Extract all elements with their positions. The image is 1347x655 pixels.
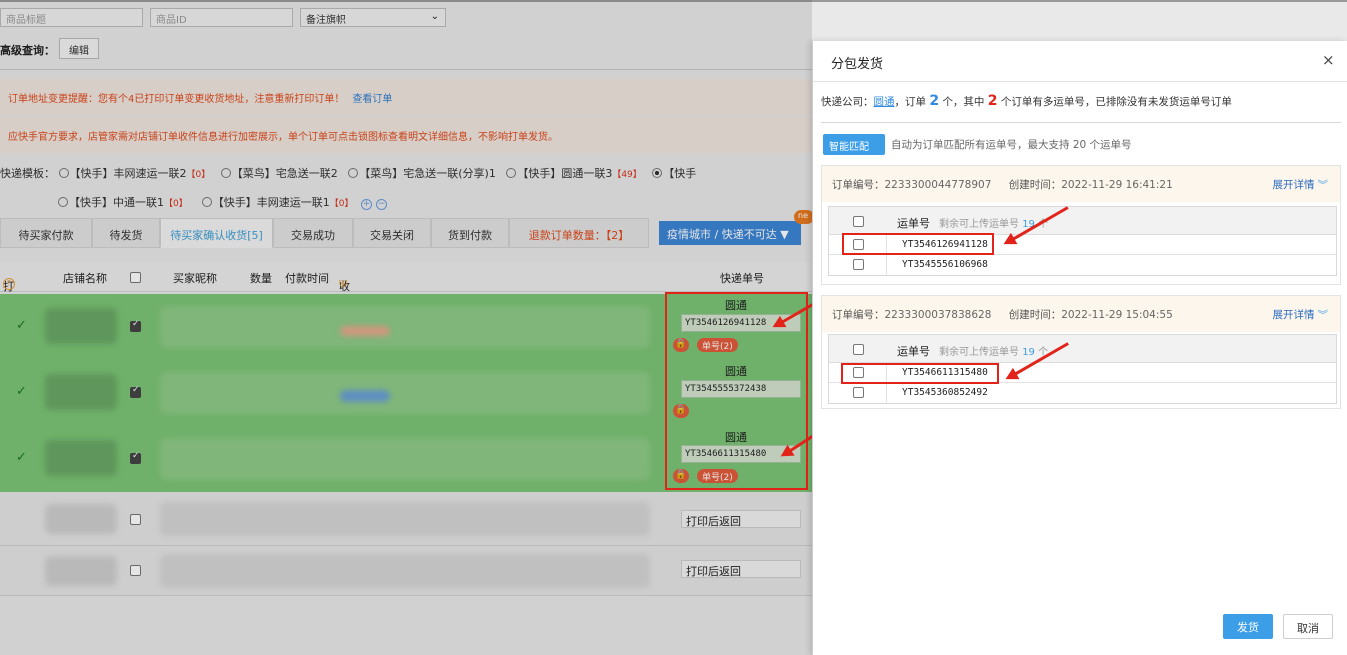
select-all-waybills-checkbox[interactable] bbox=[853, 216, 864, 227]
shipment-summary: 快递公司：圆通，订单 2 个，其中 2 个订单有多运单号，已排除没有未发货运单号… bbox=[821, 93, 1232, 109]
waybill-number: YT3545360852492 bbox=[902, 387, 988, 398]
divider bbox=[813, 81, 1347, 82]
smart-match-description: 自动为订单匹配所有运单号，最大支持 20 个运单号 bbox=[891, 139, 1132, 151]
split-shipment-dialog: 分包发货 × 快递公司：圆通，订单 2 个，其中 2 个订单有多运单号，已排除没… bbox=[812, 41, 1347, 655]
order-card: 订单编号：2233300044778907 创建时间：2022-11-29 16… bbox=[821, 165, 1341, 285]
created-time: 2022-11-29 16:41:21 bbox=[1061, 179, 1173, 191]
waybill-checkbox[interactable] bbox=[853, 259, 864, 270]
smart-match-button[interactable]: 智能匹配 bbox=[823, 134, 885, 155]
double-chevron-down-icon: ︾ bbox=[1317, 179, 1329, 191]
cancel-button[interactable]: 取消 bbox=[1283, 614, 1333, 639]
waybill-number: YT3545556106968 bbox=[902, 259, 988, 270]
col-waybill: 运单号 bbox=[897, 217, 930, 230]
waybill-row[interactable]: YT3545360852492 bbox=[829, 383, 1336, 403]
waybill-table-header: 运单号 剩余可上传运单号 19 个 bbox=[829, 335, 1336, 363]
divider bbox=[821, 122, 1341, 123]
created-time: 2022-11-29 15:04:55 bbox=[1061, 309, 1173, 321]
order-count: 2 bbox=[929, 93, 940, 109]
multi-waybill-count: 2 bbox=[987, 93, 998, 109]
expand-details-link[interactable]: 展开详情 ︾ bbox=[1273, 307, 1329, 322]
order-card-header: 订单编号：2233300037838628 创建时间：2022-11-29 15… bbox=[822, 296, 1340, 332]
order-number: 2233300044778907 bbox=[884, 179, 992, 191]
ship-button[interactable]: 发货 bbox=[1223, 614, 1273, 639]
select-all-waybills-checkbox[interactable] bbox=[853, 344, 864, 355]
close-icon[interactable]: × bbox=[1322, 51, 1335, 69]
remaining-hint: 剩余可上传运单号 19 个 bbox=[939, 347, 1049, 358]
order-card: 订单编号：2233300037838628 创建时间：2022-11-29 15… bbox=[821, 295, 1341, 409]
expand-details-link[interactable]: 展开详情 ︾ bbox=[1273, 177, 1329, 192]
order-card-header: 订单编号：2233300044778907 创建时间：2022-11-29 16… bbox=[822, 166, 1340, 202]
annotation-box bbox=[842, 233, 994, 255]
order-number: 2233300037838628 bbox=[884, 309, 992, 321]
waybill-row[interactable]: YT3545556106968 bbox=[829, 255, 1336, 275]
waybill-checkbox[interactable] bbox=[853, 387, 864, 398]
waybill-table-header: 运单号 剩余可上传运单号 19 个 bbox=[829, 207, 1336, 235]
double-chevron-down-icon: ︾ bbox=[1317, 309, 1329, 321]
annotation-box bbox=[841, 363, 999, 384]
dialog-title: 分包发货 bbox=[831, 57, 884, 72]
col-waybill: 运单号 bbox=[897, 345, 930, 358]
courier-link[interactable]: 圆通 bbox=[874, 96, 895, 108]
